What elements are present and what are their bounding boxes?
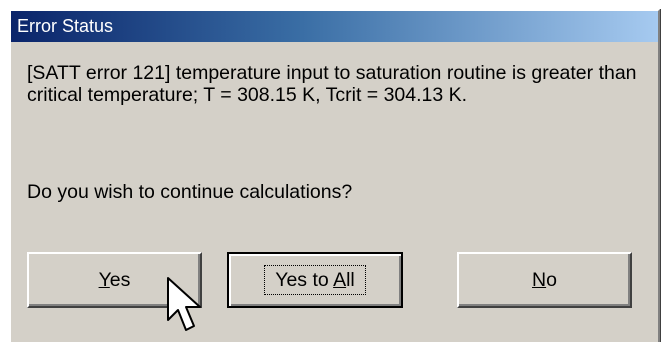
no-label-rest: o xyxy=(546,269,557,291)
yes-to-all-button-label: Yes to All xyxy=(264,265,366,295)
error-message: [SATT error 121] temperature input to sa… xyxy=(27,62,637,106)
yes-to-all-mnemonic: A xyxy=(333,269,347,291)
title-bar[interactable]: Error Status xyxy=(11,11,658,42)
yes-mnemonic: Y xyxy=(98,269,110,291)
yes-label-rest: es xyxy=(109,269,131,291)
yes-to-all-label-rest: ll xyxy=(346,269,355,291)
error-status-dialog: Error Status [SATT error 121] temperatur… xyxy=(9,9,660,342)
yes-to-all-button[interactable]: Yes to All xyxy=(227,252,403,308)
dialog-title: Error Status xyxy=(17,16,114,36)
continue-question: Do you wish to continue calculations? xyxy=(27,181,353,203)
yes-button-label: Yes xyxy=(99,269,131,291)
no-button[interactable]: No xyxy=(457,252,632,308)
no-button-label: No xyxy=(532,269,557,291)
mouse-pointer-icon xyxy=(167,277,201,331)
no-mnemonic: N xyxy=(532,269,547,291)
yes-to-all-label-before: Yes to xyxy=(275,269,334,291)
